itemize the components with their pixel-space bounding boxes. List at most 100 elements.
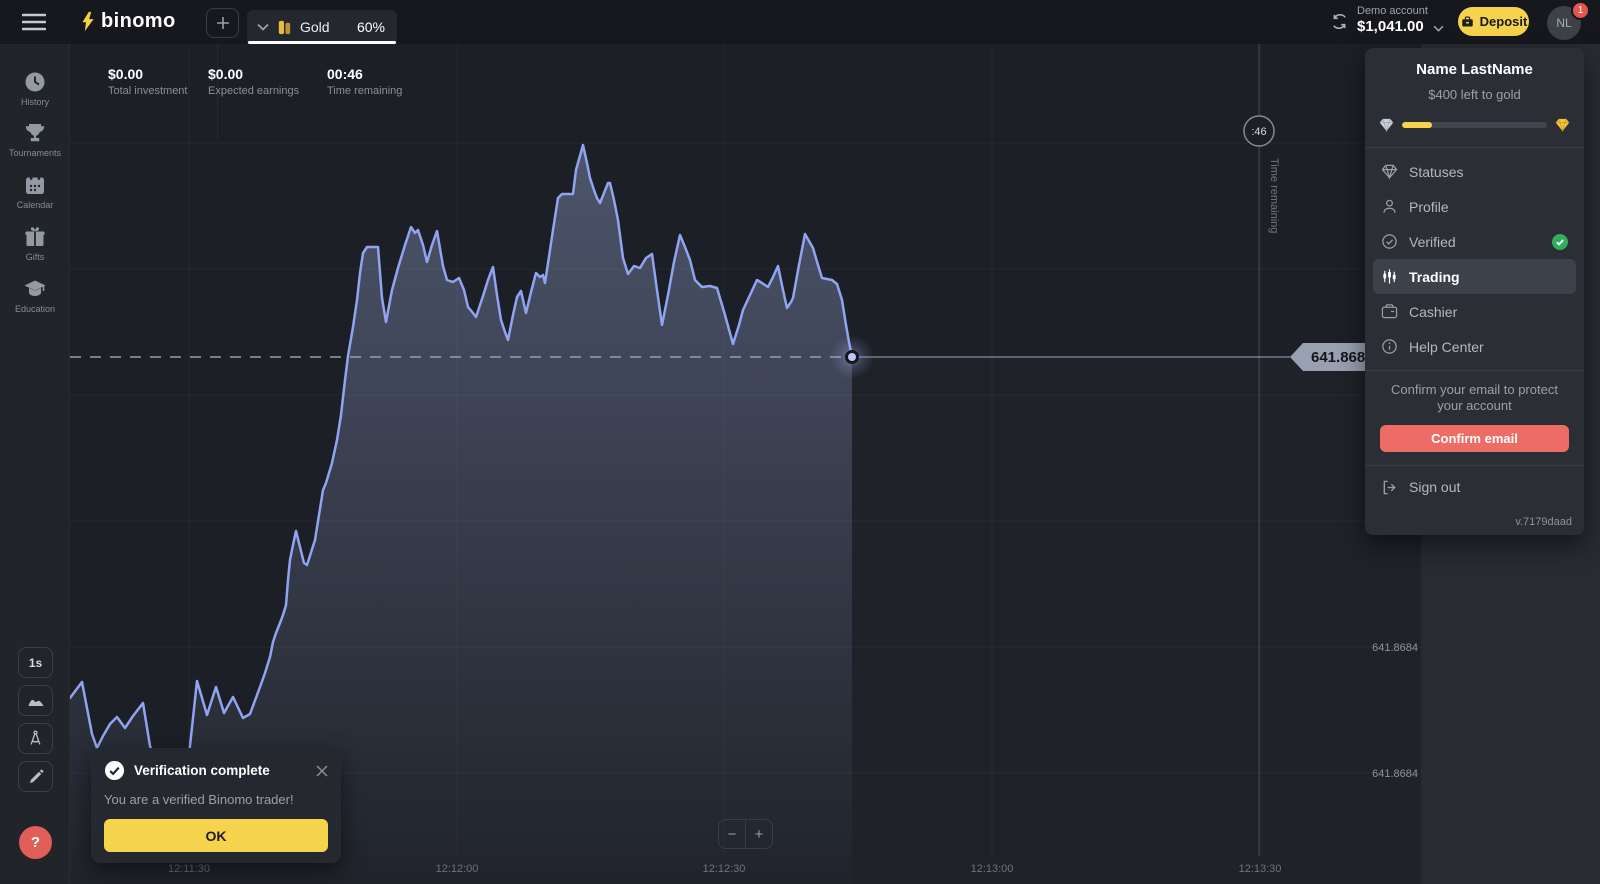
account-type: Demo account [1357, 5, 1428, 17]
menu-item-trading[interactable]: Trading [1373, 259, 1576, 294]
silver-gem-icon [1379, 118, 1394, 132]
topbar: binomo Gold 60% Demo account $1,041.00 D… [0, 0, 1600, 44]
logo-text: binomo [101, 10, 176, 33]
notification-body: You are a verified Binomo trader! [104, 792, 328, 807]
menu-label: Cashier [1409, 304, 1457, 320]
menu-label: Help Center [1409, 339, 1484, 355]
help-label: ? [31, 834, 40, 851]
wallet-icon [1381, 303, 1398, 320]
total-investment-value: $0.00 [108, 66, 187, 82]
indicators-button[interactable] [18, 723, 53, 754]
time-remaining-label: Time remaining [327, 85, 402, 97]
check-circle-icon [104, 760, 125, 781]
sign-out-label: Sign out [1409, 479, 1460, 495]
help-button[interactable]: ? [19, 826, 52, 859]
expected-earnings-label: Expected earnings [208, 85, 299, 97]
user-name: Name LastName [1365, 48, 1584, 78]
trophy-icon [23, 121, 47, 145]
info-icon [1381, 338, 1398, 355]
refresh-icon[interactable] [1330, 12, 1349, 31]
price-axis-label: 641.8684 [1372, 768, 1418, 780]
app-version: v.7179daad [1515, 516, 1572, 528]
sidebar-label: Calendar [17, 200, 54, 210]
add-asset-button[interactable] [206, 8, 239, 38]
briefcase-icon [1460, 15, 1475, 29]
total-investment-label: Total investment [108, 85, 187, 97]
menu-label: Trading [1409, 269, 1460, 285]
account-switcher[interactable]: Demo account $1,041.00 [1357, 5, 1428, 35]
price-axis-label: 641.8684 [1372, 642, 1418, 654]
time-axis-label: 12:12:00 [436, 863, 479, 875]
expected-earnings-info: $0.00 Expected earnings [208, 66, 299, 97]
time-axis-label: 12:13:30 [1239, 863, 1282, 875]
plus-icon [216, 16, 230, 30]
sidebar-item-calendar[interactable]: Calendar [0, 173, 70, 210]
confirm-email-button[interactable]: Confirm email [1380, 425, 1569, 452]
time-remaining-value: 00:46 [327, 66, 402, 82]
menu-item-cashier[interactable]: Cashier [1373, 294, 1576, 329]
deposit-label: Deposit [1480, 14, 1528, 29]
gift-icon [23, 225, 47, 249]
binomo-logo[interactable]: binomo [80, 10, 176, 33]
sidebar-label: History [21, 97, 49, 107]
account-balance: $1,041.00 [1357, 18, 1428, 35]
chart-zoom-controls: − + [718, 819, 773, 849]
time-remaining-info: 00:46 Time remaining [327, 66, 402, 97]
person-icon [1381, 198, 1398, 215]
lightning-icon [80, 10, 96, 33]
asset-tab-gold[interactable]: Gold 60% [247, 10, 397, 44]
area-chart-icon [26, 691, 46, 711]
notification-title: Verification complete [134, 763, 270, 778]
ok-button[interactable]: OK [104, 819, 328, 852]
close-icon[interactable] [316, 765, 328, 777]
menu-item-verified[interactable]: Verified [1373, 224, 1576, 259]
sign-out-button[interactable]: Sign out [1365, 466, 1584, 496]
binomo-app: :46Time remaining641.86812:11:3012:12:00… [0, 0, 1600, 884]
drawing-button[interactable] [18, 761, 53, 792]
gold-asset-icon [276, 19, 293, 36]
minus-icon: − [728, 826, 737, 843]
notification-badge: 1 [1571, 1, 1590, 20]
current-price-dot [847, 352, 858, 363]
avatar-initials: NL [1556, 16, 1571, 30]
sidebar-label: Gifts [26, 252, 45, 262]
time-axis-label: 12:11:30 [168, 863, 210, 875]
asset-payout: 60% [357, 19, 385, 35]
time-axis-label: 12:12:30 [703, 863, 746, 875]
asset-name: Gold [300, 19, 330, 35]
deposit-button[interactable]: Deposit [1458, 7, 1529, 36]
status-progress [1379, 118, 1570, 132]
sidebar-item-tournaments[interactable]: Tournaments [0, 121, 70, 158]
graduation-cap-icon [23, 277, 47, 301]
zoom-in-button[interactable]: + [745, 819, 773, 849]
left-sidebar: History Tournaments Calendar Gifts Educa… [0, 44, 70, 884]
verified-badge-icon [1552, 234, 1568, 250]
diamond-icon [1381, 163, 1398, 180]
verification-notification: Verification complete You are a verified… [91, 748, 341, 863]
menu-label: Statuses [1409, 164, 1463, 180]
sidebar-label: Education [15, 304, 55, 314]
compass-icon [26, 729, 45, 748]
status-progress-note: $400 left to gold [1365, 87, 1584, 102]
sidebar-item-gifts[interactable]: Gifts [0, 225, 70, 262]
timeframe-button[interactable]: 1s [18, 647, 53, 678]
sidebar-item-history[interactable]: History [0, 70, 70, 107]
progress-track [1402, 122, 1547, 128]
menu-icon[interactable] [22, 13, 46, 31]
timeframe-label: 1s [29, 656, 42, 670]
sidebar-item-education[interactable]: Education [0, 277, 70, 314]
account-chevron-icon[interactable] [1433, 19, 1444, 37]
chart-type-button[interactable] [18, 685, 53, 716]
expected-earnings-value: $0.00 [208, 66, 299, 82]
check-outline-icon [1381, 233, 1398, 250]
progress-fill [1402, 122, 1432, 128]
total-investment-info: $0.00 Total investment [108, 66, 187, 97]
countdown-value: :46 [1251, 126, 1266, 138]
pencil-icon [27, 768, 45, 786]
time-axis-label: 12:13:00 [971, 863, 1014, 875]
menu-item-profile[interactable]: Profile [1373, 189, 1576, 224]
menu-item-statuses[interactable]: Statuses [1373, 154, 1576, 189]
history-clock-icon [23, 70, 47, 94]
zoom-out-button[interactable]: − [718, 819, 746, 849]
menu-item-help-center[interactable]: Help Center [1373, 329, 1576, 364]
